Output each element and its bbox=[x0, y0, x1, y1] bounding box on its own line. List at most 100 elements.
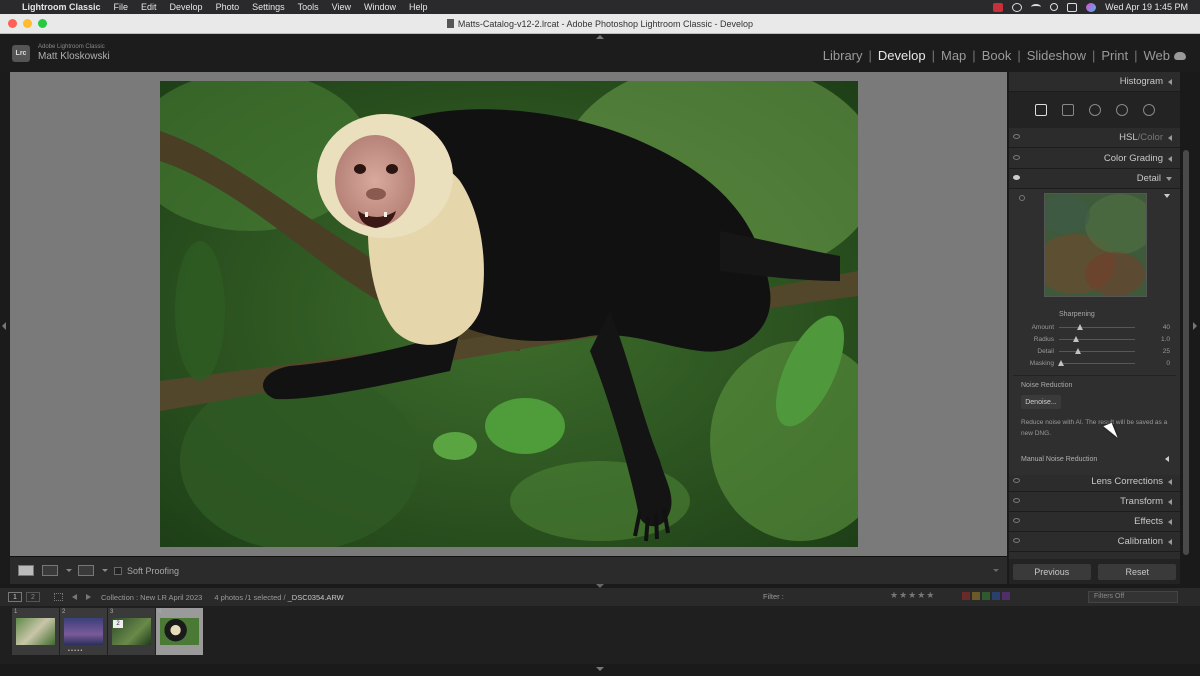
selected-filename[interactable]: _DSC0354.ARW bbox=[288, 593, 344, 602]
yellow-label-swatch[interactable] bbox=[972, 592, 980, 600]
effects-visibility-eye-icon[interactable] bbox=[1013, 518, 1020, 523]
sharpening-amount-slider[interactable]: Amount 40 bbox=[1009, 322, 1180, 334]
control-center-icon[interactable] bbox=[1067, 2, 1078, 12]
star-rating-filter[interactable]: ★★★★★ bbox=[890, 590, 935, 601]
detail-zoom-target-icon[interactable] bbox=[1019, 195, 1025, 201]
calibration-header[interactable]: Calibration bbox=[1009, 532, 1180, 552]
filmstrip-thumbnail[interactable]: 2 • • • • • bbox=[60, 608, 107, 655]
calibration-expand-icon[interactable] bbox=[1168, 538, 1172, 545]
image-canvas[interactable] bbox=[10, 72, 1007, 556]
collapse-top-panel-icon[interactable] bbox=[596, 35, 604, 39]
effects-header[interactable]: Effects bbox=[1009, 512, 1180, 532]
slider-track[interactable] bbox=[1057, 360, 1135, 366]
previous-button[interactable]: Previous bbox=[1012, 563, 1091, 580]
soft-proofing-label[interactable]: Soft Proofing bbox=[127, 566, 179, 576]
lens-corrections-expand-icon[interactable] bbox=[1168, 478, 1172, 485]
transform-header[interactable]: Transform bbox=[1009, 492, 1180, 512]
expand-left-panel-icon[interactable] bbox=[2, 322, 6, 330]
edit-sliders-icon[interactable] bbox=[1034, 104, 1047, 116]
menu-view[interactable]: View bbox=[332, 2, 351, 12]
siri-icon[interactable] bbox=[1086, 2, 1097, 12]
back-arrow-icon[interactable] bbox=[72, 594, 77, 600]
detail-preview[interactable] bbox=[1044, 193, 1147, 297]
red-label-swatch[interactable] bbox=[962, 592, 970, 600]
collapse-filmstrip-icon[interactable] bbox=[596, 667, 604, 671]
slider-thumb[interactable] bbox=[1057, 360, 1064, 366]
menu-window[interactable]: Window bbox=[364, 2, 396, 12]
histogram-expand-icon[interactable] bbox=[1168, 78, 1172, 85]
menu-edit[interactable]: Edit bbox=[141, 2, 157, 12]
collection-source[interactable]: Collection : New LR April 2023 bbox=[101, 593, 202, 602]
module-map[interactable]: Map bbox=[941, 48, 966, 63]
menu-photo[interactable]: Photo bbox=[216, 2, 240, 12]
sharpening-radius-slider[interactable]: Radius 1.0 bbox=[1009, 334, 1180, 346]
cloud-sync-icon[interactable] bbox=[1174, 52, 1186, 60]
menubar-clock[interactable]: Wed Apr 19 1:45 PM bbox=[1105, 2, 1188, 12]
detail-collapse-icon[interactable] bbox=[1166, 176, 1172, 181]
slider-thumb[interactable] bbox=[1075, 348, 1081, 354]
transform-visibility-eye-icon[interactable] bbox=[1013, 498, 1020, 503]
slider-track[interactable] bbox=[1059, 336, 1135, 342]
filmstrip-thumbnail-selected[interactable]: 4 bbox=[156, 608, 203, 655]
detail-preview-collapse-icon[interactable] bbox=[1164, 194, 1170, 198]
spotlight-search-icon[interactable] bbox=[1050, 3, 1059, 11]
blue-label-swatch[interactable] bbox=[992, 592, 1000, 600]
lens-corrections-header[interactable]: Lens Corrections bbox=[1009, 472, 1180, 492]
lens-corrections-visibility-eye-icon[interactable] bbox=[1013, 478, 1020, 483]
before-after-swap-button[interactable] bbox=[78, 565, 94, 576]
module-slideshow[interactable]: Slideshow bbox=[1027, 48, 1086, 63]
slider-track[interactable] bbox=[1059, 348, 1135, 354]
fullscreen-window-button[interactable] bbox=[38, 19, 47, 28]
menu-help[interactable]: Help bbox=[409, 2, 428, 12]
collapse-right-panel-icon[interactable] bbox=[1193, 322, 1197, 330]
module-library[interactable]: Library bbox=[823, 48, 863, 63]
color-grading-header[interactable]: Color Grading bbox=[1009, 149, 1180, 169]
before-after-dropdown-icon[interactable] bbox=[66, 569, 72, 572]
grid-view-icon[interactable] bbox=[54, 593, 63, 601]
slider-value[interactable]: 40 bbox=[1163, 324, 1170, 331]
sharpening-detail-slider[interactable]: Detail 25 bbox=[1009, 346, 1180, 358]
before-after-button[interactable] bbox=[42, 565, 58, 576]
healing-tool-icon[interactable] bbox=[1088, 104, 1101, 116]
loupe-view-button[interactable] bbox=[18, 565, 34, 576]
histogram-header[interactable]: Histogram bbox=[1009, 72, 1180, 92]
left-panel-collapsed[interactable] bbox=[0, 72, 10, 584]
effects-expand-icon[interactable] bbox=[1168, 518, 1172, 525]
toolbar-content-dropdown-icon[interactable] bbox=[993, 569, 999, 572]
soft-proofing-checkbox[interactable] bbox=[114, 566, 122, 575]
color-label-filter[interactable] bbox=[962, 592, 1010, 600]
close-window-button[interactable] bbox=[8, 19, 17, 28]
filters-dropdown[interactable]: Filters Off bbox=[1088, 591, 1178, 603]
slider-track[interactable] bbox=[1059, 324, 1135, 330]
slider-value[interactable]: 25 bbox=[1163, 348, 1170, 355]
manual-noise-reduction-expand-icon[interactable] bbox=[1165, 456, 1169, 462]
module-web[interactable]: Web bbox=[1144, 48, 1171, 63]
stack-count-badge[interactable]: 2 bbox=[113, 620, 123, 628]
hsl-visibility-eye-icon[interactable] bbox=[1013, 134, 1020, 139]
hsl-color-header[interactable]: HSL / Color bbox=[1009, 128, 1180, 148]
window-2-button[interactable]: 2 bbox=[26, 592, 40, 602]
hsl-expand-icon[interactable] bbox=[1168, 134, 1172, 141]
forward-arrow-icon[interactable] bbox=[86, 594, 91, 600]
transform-expand-icon[interactable] bbox=[1168, 498, 1172, 505]
minimize-window-button[interactable] bbox=[23, 19, 32, 28]
detail-header[interactable]: Detail bbox=[1009, 169, 1180, 189]
menu-file[interactable]: File bbox=[114, 2, 129, 12]
slider-thumb[interactable] bbox=[1072, 336, 1079, 342]
masking-tool-icon[interactable] bbox=[1142, 104, 1155, 116]
manual-noise-reduction-toggle[interactable]: Manual Noise Reduction bbox=[1021, 453, 1169, 465]
module-develop[interactable]: Develop bbox=[878, 48, 926, 63]
denoise-button[interactable]: Denoise... bbox=[1021, 395, 1061, 409]
filmstrip-thumbnail[interactable]: 3 2 bbox=[108, 608, 155, 655]
sharpening-masking-slider[interactable]: Masking 0 bbox=[1009, 358, 1180, 370]
toolbar-options-dropdown-icon[interactable] bbox=[102, 569, 108, 572]
red-eye-tool-icon[interactable] bbox=[1115, 104, 1128, 116]
slider-value[interactable]: 1.0 bbox=[1161, 336, 1170, 343]
green-label-swatch[interactable] bbox=[982, 592, 990, 600]
crop-tool-icon[interactable] bbox=[1061, 104, 1074, 116]
slider-value[interactable]: 0 bbox=[1166, 360, 1170, 367]
menu-develop[interactable]: Develop bbox=[170, 2, 203, 12]
menu-app-name[interactable]: Lightroom Classic bbox=[22, 2, 101, 12]
slider-thumb[interactable] bbox=[1076, 324, 1083, 330]
color-grading-visibility-eye-icon[interactable] bbox=[1013, 155, 1020, 160]
